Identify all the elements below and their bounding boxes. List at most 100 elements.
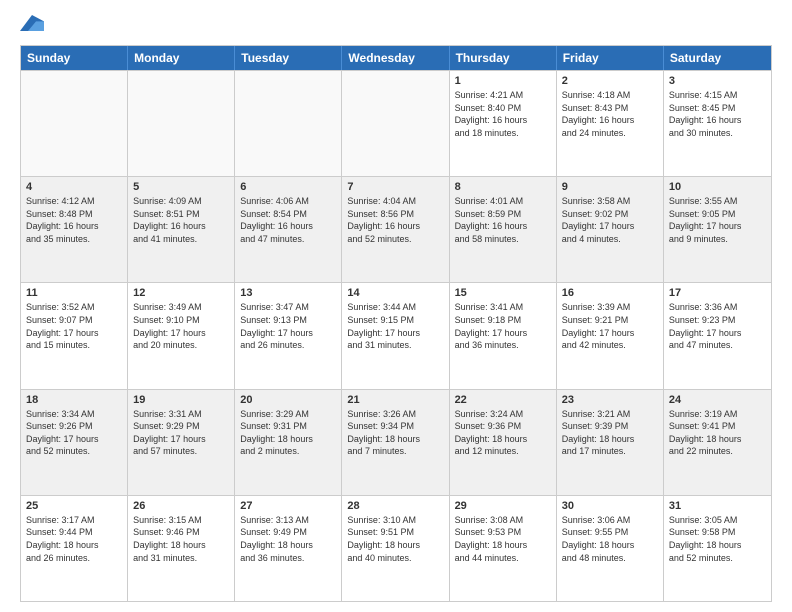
day-number: 3	[669, 75, 766, 87]
calendar-cell: 28Sunrise: 3:10 AM Sunset: 9:51 PM Dayli…	[342, 496, 449, 601]
calendar-cell: 25 Sunrise: 3:17 AM Sunset: 9:44 PM Dayli…	[21, 496, 128, 601]
cell-text: Sunrise: 4:18 AM Sunset: 8:43 PM Dayligh…	[562, 89, 658, 139]
calendar-cell: 14 Sunrise: 3:44 AM Sunset: 9:15 PM Dayli…	[342, 283, 449, 388]
day-number: 25	[26, 500, 122, 512]
cell-text: Sunrise: 4:06 AM Sunset: 8:54 PM Dayligh…	[240, 195, 336, 245]
day-number: 10	[669, 181, 766, 193]
calendar-cell: 6 Sunrise: 4:06 AM Sunset: 8:54 PM Daylig…	[235, 177, 342, 282]
day-number: 13	[240, 287, 336, 299]
calendar-cell: 12Sunrise: 3:49 AM Sunset: 9:10 PM Dayli…	[128, 283, 235, 388]
day-number: 22	[455, 394, 551, 406]
calendar-cell: 19 Sunrise: 3:31 AM Sunset: 9:29 PM Dayli…	[128, 390, 235, 495]
day-header-sunday: Sunday	[21, 46, 128, 70]
cell-text: Sunrise: 4:09 AM Sunset: 8:51 PM Dayligh…	[133, 195, 229, 245]
cell-text: Sunrise: 3:05 AM Sunset: 9:58 PM Dayligh…	[669, 514, 766, 564]
calendar-cell: 24 Sunrise: 3:19 AM Sunset: 9:41 PM Dayli…	[664, 390, 771, 495]
cell-text: Sunrise: 3:44 AM Sunset: 9:15 PM Dayligh…	[347, 301, 443, 351]
cell-text: Sunrise: 4:21 AM Sunset: 8:40 PM Dayligh…	[455, 89, 551, 139]
calendar-cell: 18Sunrise: 3:34 AM Sunset: 9:26 PM Dayli…	[21, 390, 128, 495]
day-number: 31	[669, 500, 766, 512]
calendar-cell: 2 Sunrise: 4:18 AM Sunset: 8:43 PM Daylig…	[557, 71, 664, 176]
day-header-tuesday: Tuesday	[235, 46, 342, 70]
calendar-row-2: 11Sunrise: 3:52 AM Sunset: 9:07 PM Dayli…	[21, 282, 771, 388]
cell-text: Sunrise: 3:29 AM Sunset: 9:31 PM Dayligh…	[240, 408, 336, 458]
page: SundayMondayTuesdayWednesdayThursdayFrid…	[0, 0, 792, 612]
day-number: 24	[669, 394, 766, 406]
day-number: 7	[347, 181, 443, 193]
cell-text: Sunrise: 3:21 AM Sunset: 9:39 PM Dayligh…	[562, 408, 658, 458]
day-number: 5	[133, 181, 229, 193]
day-header-monday: Monday	[128, 46, 235, 70]
cell-text: Sunrise: 3:24 AM Sunset: 9:36 PM Dayligh…	[455, 408, 551, 458]
calendar-cell: 26Sunrise: 3:15 AM Sunset: 9:46 PM Dayli…	[128, 496, 235, 601]
cell-text: Sunrise: 3:17 AM Sunset: 9:44 PM Dayligh…	[26, 514, 122, 564]
calendar-cell: 13 Sunrise: 3:47 AM Sunset: 9:13 PM Dayli…	[235, 283, 342, 388]
header	[20, 15, 772, 35]
calendar-cell: 29Sunrise: 3:08 AM Sunset: 9:53 PM Dayli…	[450, 496, 557, 601]
day-number: 9	[562, 181, 658, 193]
cell-text: Sunrise: 4:12 AM Sunset: 8:48 PM Dayligh…	[26, 195, 122, 245]
day-number: 4	[26, 181, 122, 193]
day-number: 1	[455, 75, 551, 87]
calendar-cell: 3 Sunrise: 4:15 AM Sunset: 8:45 PM Daylig…	[664, 71, 771, 176]
calendar-cell: 27 Sunrise: 3:13 AM Sunset: 9:49 PM Dayli…	[235, 496, 342, 601]
day-number: 30	[562, 500, 658, 512]
day-header-thursday: Thursday	[450, 46, 557, 70]
cell-text: Sunrise: 3:52 AM Sunset: 9:07 PM Dayligh…	[26, 301, 122, 351]
calendar-cell: 11Sunrise: 3:52 AM Sunset: 9:07 PM Dayli…	[21, 283, 128, 388]
cell-text: Sunrise: 4:15 AM Sunset: 8:45 PM Dayligh…	[669, 89, 766, 139]
day-number: 6	[240, 181, 336, 193]
day-number: 8	[455, 181, 551, 193]
cell-text: Sunrise: 3:15 AM Sunset: 9:46 PM Dayligh…	[133, 514, 229, 564]
day-header-saturday: Saturday	[664, 46, 771, 70]
cell-text: Sunrise: 3:19 AM Sunset: 9:41 PM Dayligh…	[669, 408, 766, 458]
cell-text: Sunrise: 3:26 AM Sunset: 9:34 PM Dayligh…	[347, 408, 443, 458]
calendar-header: SundayMondayTuesdayWednesdayThursdayFrid…	[21, 46, 771, 70]
day-number: 28	[347, 500, 443, 512]
day-number: 15	[455, 287, 551, 299]
day-number: 20	[240, 394, 336, 406]
day-number: 27	[240, 500, 336, 512]
calendar-cell: 21 Sunrise: 3:26 AM Sunset: 9:34 PM Dayli…	[342, 390, 449, 495]
day-number: 12	[133, 287, 229, 299]
calendar-cell: 30Sunrise: 3:06 AM Sunset: 9:55 PM Dayli…	[557, 496, 664, 601]
calendar-cell: 10 Sunrise: 3:55 AM Sunset: 9:05 PM Dayli…	[664, 177, 771, 282]
cell-text: Sunrise: 3:41 AM Sunset: 9:18 PM Dayligh…	[455, 301, 551, 351]
calendar-cell: 23 Sunrise: 3:21 AM Sunset: 9:39 PM Dayli…	[557, 390, 664, 495]
calendar-row-3: 18Sunrise: 3:34 AM Sunset: 9:26 PM Dayli…	[21, 389, 771, 495]
day-number: 29	[455, 500, 551, 512]
day-number: 2	[562, 75, 658, 87]
calendar-cell	[235, 71, 342, 176]
cell-text: Sunrise: 4:01 AM Sunset: 8:59 PM Dayligh…	[455, 195, 551, 245]
calendar-cell: 22 Sunrise: 3:24 AM Sunset: 9:36 PM Dayli…	[450, 390, 557, 495]
day-number: 19	[133, 394, 229, 406]
calendar-cell: 15 Sunrise: 3:41 AM Sunset: 9:18 PM Dayli…	[450, 283, 557, 388]
cell-text: Sunrise: 4:04 AM Sunset: 8:56 PM Dayligh…	[347, 195, 443, 245]
day-number: 23	[562, 394, 658, 406]
calendar-cell	[128, 71, 235, 176]
cell-text: Sunrise: 3:55 AM Sunset: 9:05 PM Dayligh…	[669, 195, 766, 245]
calendar-cell: 16Sunrise: 3:39 AM Sunset: 9:21 PM Dayli…	[557, 283, 664, 388]
cell-text: Sunrise: 3:47 AM Sunset: 9:13 PM Dayligh…	[240, 301, 336, 351]
calendar-row-0: 1 Sunrise: 4:21 AM Sunset: 8:40 PM Daylig…	[21, 70, 771, 176]
calendar-cell: 9 Sunrise: 3:58 AM Sunset: 9:02 PM Daylig…	[557, 177, 664, 282]
calendar-cell: 5 Sunrise: 4:09 AM Sunset: 8:51 PM Daylig…	[128, 177, 235, 282]
calendar-cell	[342, 71, 449, 176]
day-header-wednesday: Wednesday	[342, 46, 449, 70]
cell-text: Sunrise: 3:58 AM Sunset: 9:02 PM Dayligh…	[562, 195, 658, 245]
calendar-cell: 31 Sunrise: 3:05 AM Sunset: 9:58 PM Dayli…	[664, 496, 771, 601]
cell-text: Sunrise: 3:31 AM Sunset: 9:29 PM Dayligh…	[133, 408, 229, 458]
day-header-friday: Friday	[557, 46, 664, 70]
day-number: 14	[347, 287, 443, 299]
cell-text: Sunrise: 3:36 AM Sunset: 9:23 PM Dayligh…	[669, 301, 766, 351]
calendar: SundayMondayTuesdayWednesdayThursdayFrid…	[20, 45, 772, 602]
day-number: 21	[347, 394, 443, 406]
calendar-row-1: 4 Sunrise: 4:12 AM Sunset: 8:48 PM Daylig…	[21, 176, 771, 282]
calendar-cell: 7 Sunrise: 4:04 AM Sunset: 8:56 PM Daylig…	[342, 177, 449, 282]
logo	[20, 15, 48, 35]
day-number: 17	[669, 287, 766, 299]
calendar-cell: 17 Sunrise: 3:36 AM Sunset: 9:23 PM Dayli…	[664, 283, 771, 388]
calendar-cell	[21, 71, 128, 176]
cell-text: Sunrise: 3:13 AM Sunset: 9:49 PM Dayligh…	[240, 514, 336, 564]
calendar-cell: 8 Sunrise: 4:01 AM Sunset: 8:59 PM Daylig…	[450, 177, 557, 282]
